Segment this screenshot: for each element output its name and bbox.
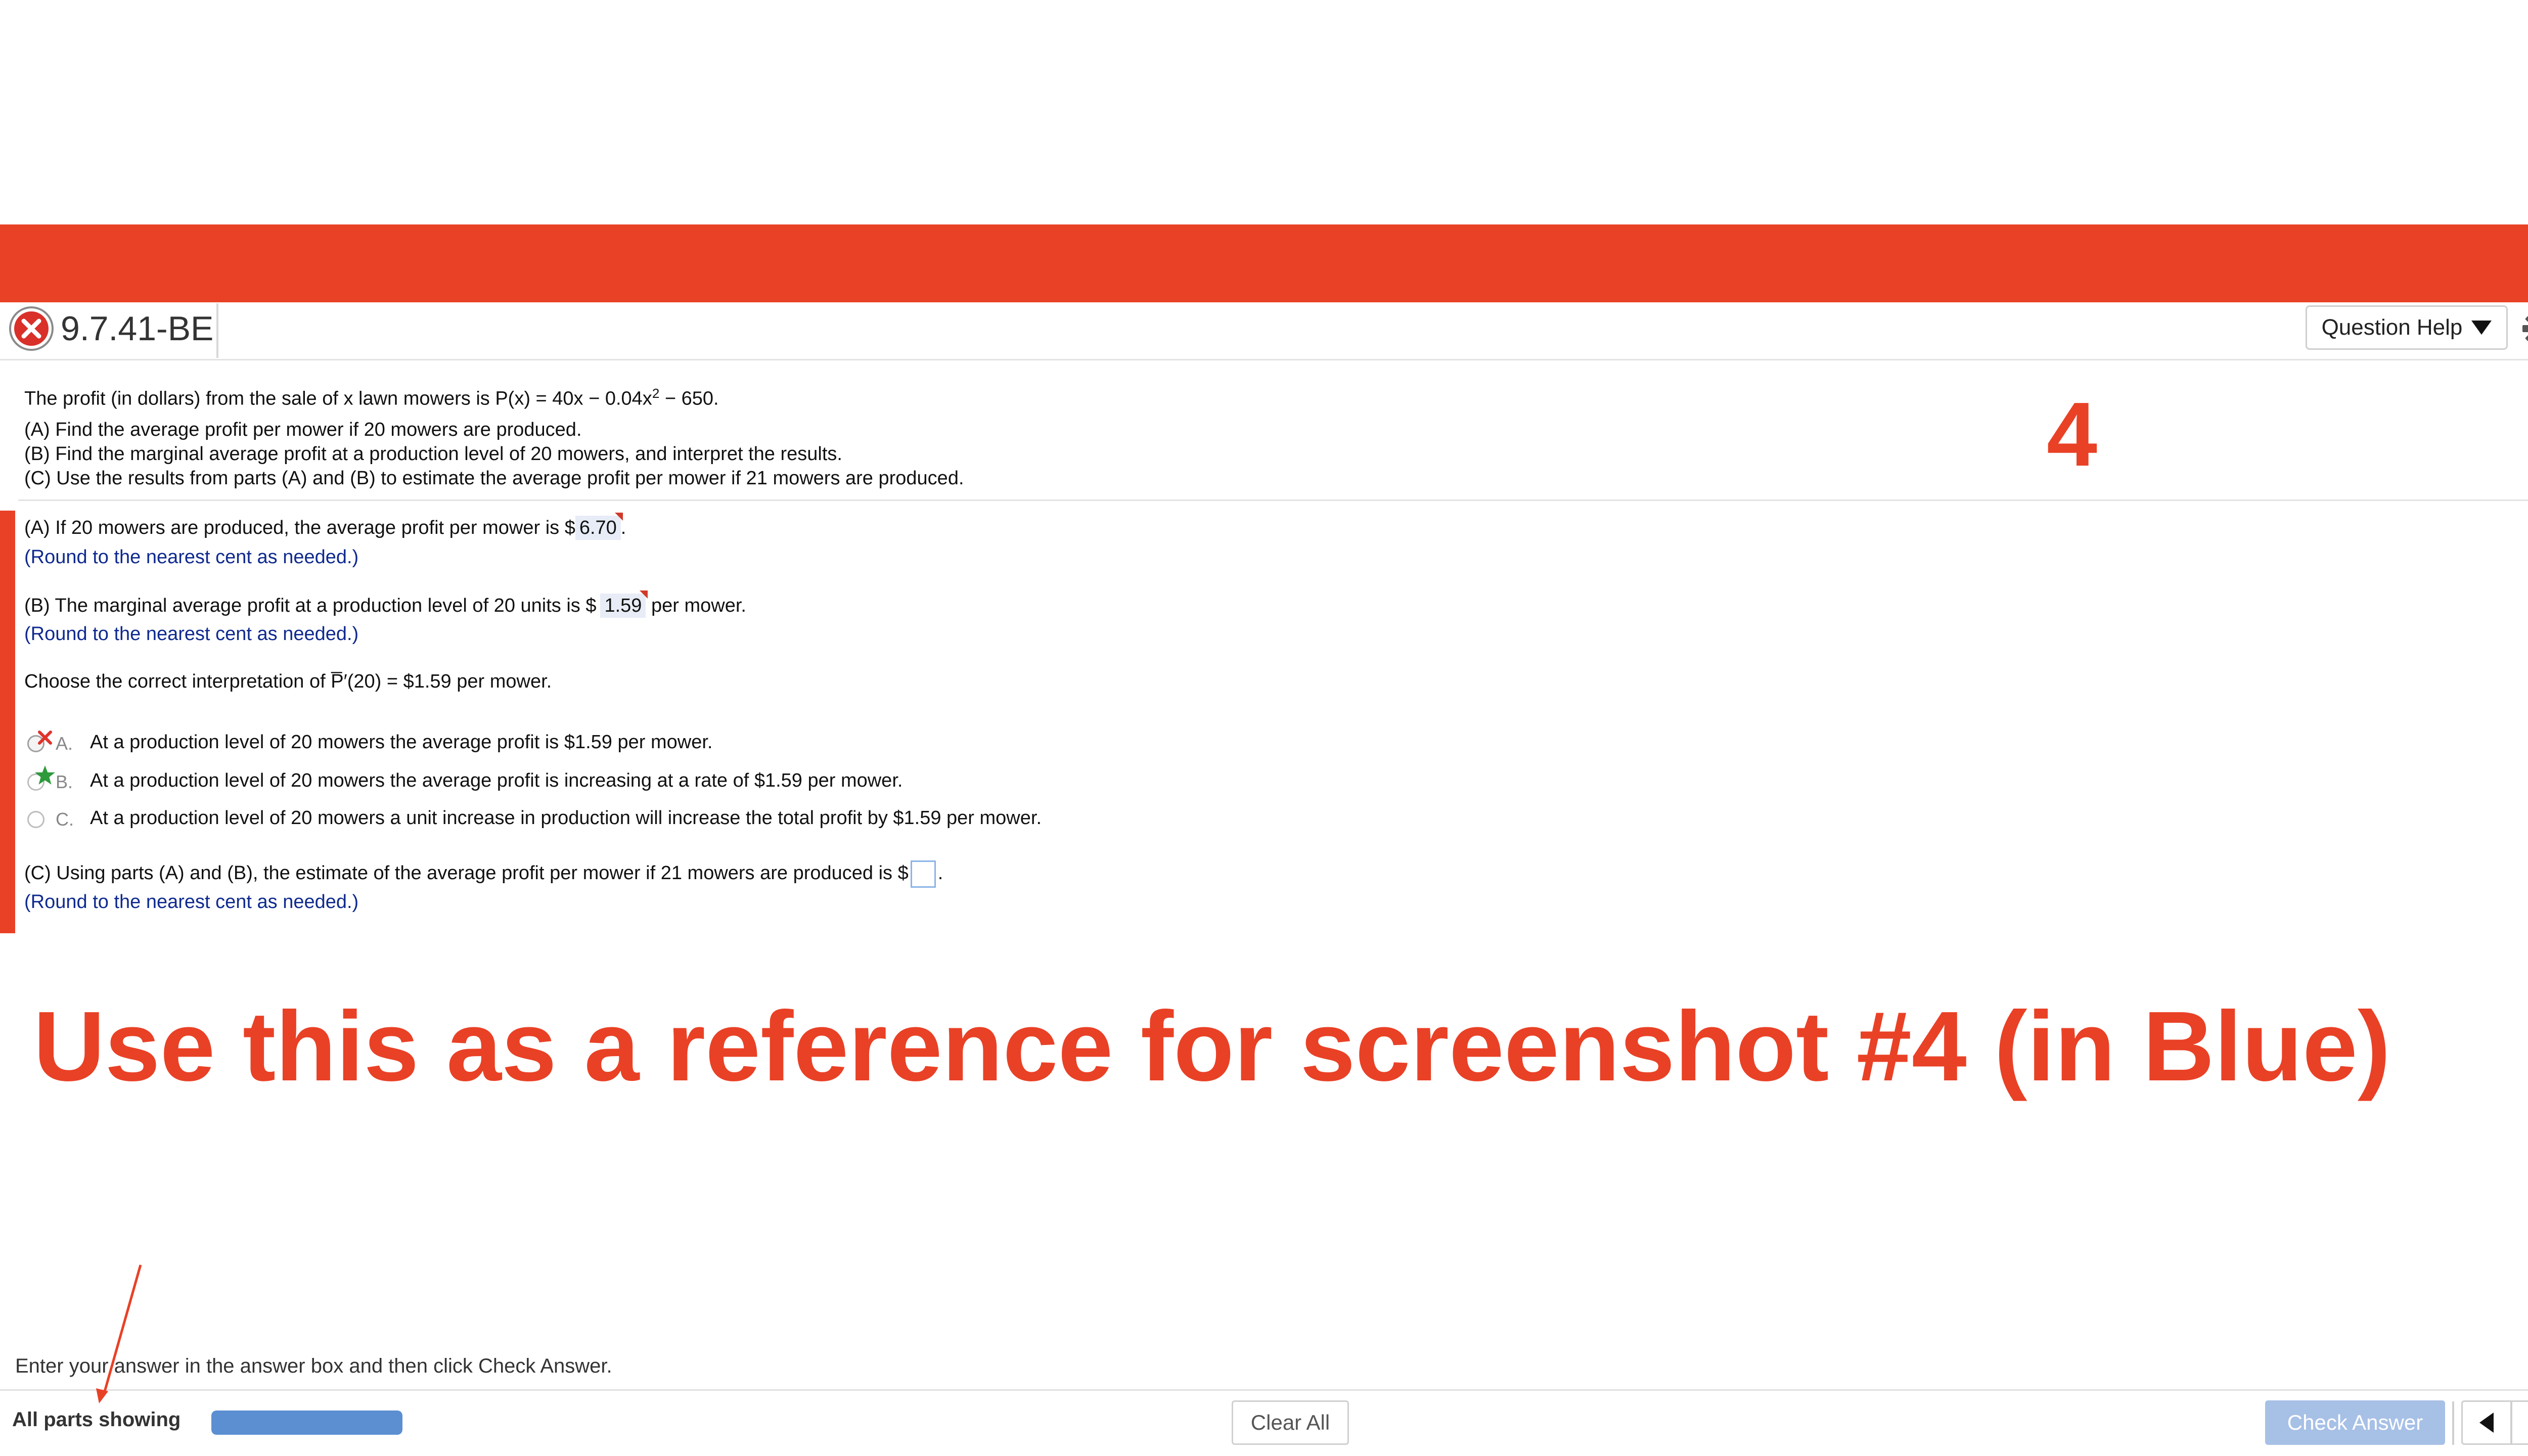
part-c-round-hint: (Round to the nearest cent as needed.) [24, 891, 359, 913]
option-c-radio[interactable] [27, 811, 44, 828]
interpretation-symbol: P̅′ [331, 671, 347, 692]
problem-statement: The profit (in dollars) from the sale of… [24, 381, 719, 411]
clear-all-button[interactable]: Clear All [1232, 1400, 1349, 1445]
question-help-label: Question Help [2321, 315, 2463, 340]
part-a-prompt: (A) If 20 mowers are produced, the avera… [24, 517, 575, 538]
part-c-answer-input[interactable] [910, 860, 936, 888]
interpretation-prompt: Choose the correct interpretation of P̅′… [24, 669, 552, 694]
question-id: 9.7.41-BE [61, 309, 214, 348]
profit-formula-suffix: − 650. [659, 388, 719, 410]
answer-section-accent [0, 511, 15, 933]
option-c-letter: C. [56, 809, 74, 830]
part-a-answer-box[interactable]: 6.70 [575, 513, 623, 540]
part-b-answer-box[interactable]: 1.59 [600, 590, 648, 618]
part-a-answer-value: 6.70 [579, 517, 617, 538]
option-a-text[interactable]: At a production level of 20 mowers the a… [90, 730, 712, 754]
option-b-letter: B. [56, 771, 73, 792]
option-a-letter: A. [56, 733, 73, 754]
caret-down-icon [2471, 321, 2492, 335]
annotation-number: 4 [2047, 384, 2098, 485]
progress-fill [211, 1410, 402, 1435]
wrong-x-icon [38, 731, 52, 745]
part-a-answer-line: (A) If 20 mowers are produced, the avera… [24, 513, 626, 540]
correct-star-icon [35, 765, 55, 785]
question-help-button[interactable]: Question Help [2306, 305, 2508, 350]
nav-divider [2452, 1401, 2454, 1445]
part-b-answer-value: 1.59 [604, 595, 642, 616]
question-header [0, 302, 2528, 360]
footer-divider [0, 1389, 2528, 1391]
annotation-arrow-icon [96, 1264, 142, 1403]
part-a-round-hint: (Round to the nearest cent as needed.) [24, 547, 359, 568]
check-answer-button[interactable]: Check Answer [2265, 1400, 2445, 1445]
arrow-left-icon [2479, 1413, 2494, 1433]
header-divider [216, 303, 218, 358]
profit-formula-text: The profit (in dollars) from the sale of… [24, 388, 652, 410]
footer-instruction: Enter your answer in the answer box and … [15, 1355, 612, 1377]
progress-bar [211, 1410, 402, 1435]
part-c-suffix: . [937, 862, 943, 884]
part-c-prompt: (C) Using parts (A) and (B), the estimat… [24, 862, 909, 884]
incorrect-flag-icon [614, 513, 623, 521]
stem-part-a: (A) Find the average profit per mower if… [24, 419, 582, 440]
interpretation-prefix: Choose the correct interpretation of [24, 671, 331, 692]
previous-question-button[interactable] [2461, 1400, 2512, 1445]
option-c-text[interactable]: At a production level of 20 mowers a uni… [90, 806, 1042, 830]
part-b-round-hint: (Round to the nearest cent as needed.) [24, 623, 359, 645]
stem-part-b: (B) Find the marginal average profit at … [24, 443, 842, 465]
part-b-suffix: per mower. [646, 595, 746, 616]
stem-part-c: (C) Use the results from parts (A) and (… [24, 468, 964, 489]
annotation-banner: Use this as a reference for screenshot #… [33, 991, 2391, 1102]
top-banner-bar [0, 224, 2528, 302]
gear-icon[interactable] [2520, 309, 2528, 348]
parts-showing-label: All parts showing [12, 1408, 181, 1431]
stem-divider [18, 499, 2528, 501]
part-b-answer-line: (B) The marginal average profit at a pro… [24, 590, 746, 618]
part-c-answer-line: (C) Using parts (A) and (B), the estimat… [24, 860, 943, 888]
incorrect-icon [9, 306, 54, 351]
interpretation-suffix: (20) = $1.59 per mower. [347, 671, 552, 692]
incorrect-flag-icon [640, 590, 648, 599]
profit-exponent: 2 [652, 386, 660, 401]
next-question-button[interactable] [2511, 1400, 2528, 1445]
option-b-text[interactable]: At a production level of 20 mowers the a… [90, 768, 902, 793]
part-b-prompt: (B) The marginal average profit at a pro… [24, 595, 597, 616]
